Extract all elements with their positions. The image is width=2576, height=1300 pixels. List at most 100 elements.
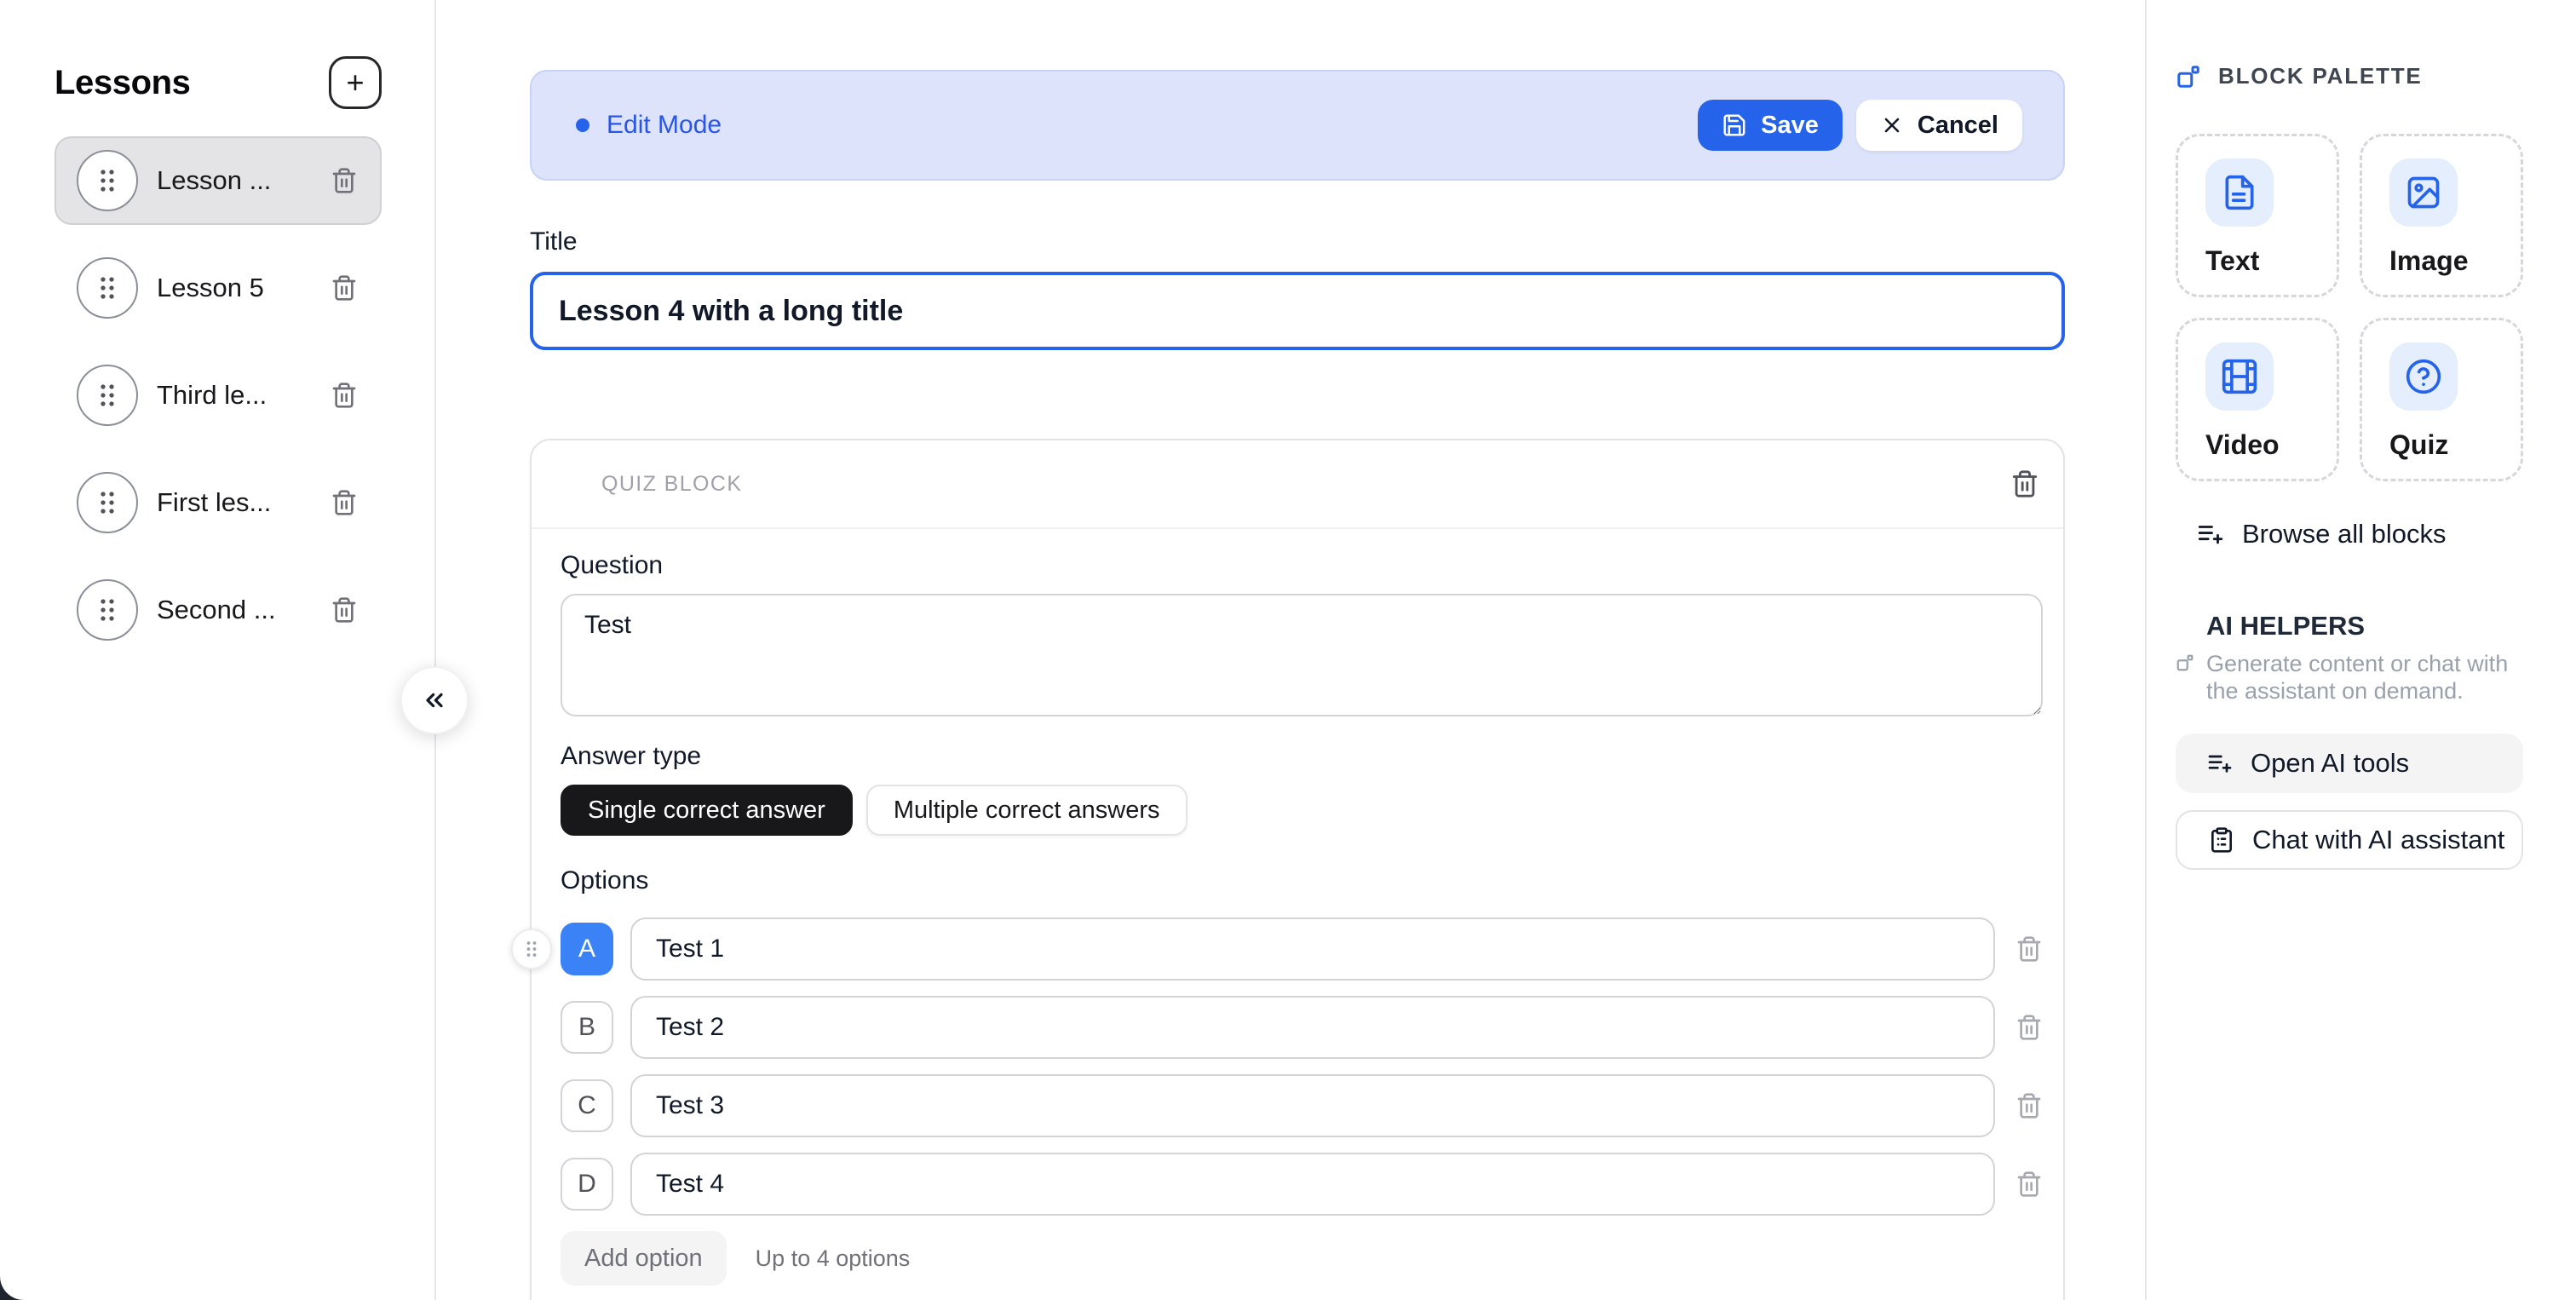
palette-block-video[interactable]: Video <box>2176 318 2339 481</box>
delete-lesson-button[interactable] <box>331 167 358 194</box>
palette-block-quiz[interactable]: Quiz <box>2360 318 2523 481</box>
delete-lesson-button[interactable] <box>331 274 358 302</box>
editor-main: Edit Mode Save Cancel Title <box>436 0 2145 1300</box>
cancel-button[interactable]: Cancel <box>1856 100 2022 151</box>
block-palette-title: BLOCK PALETTE <box>2218 63 2423 89</box>
option-letter-badge[interactable]: B <box>561 1001 613 1054</box>
image-icon <box>2405 174 2442 211</box>
palette-block-text[interactable]: Text <box>2176 134 2339 297</box>
trash-icon <box>2015 1171 2043 1198</box>
title-field-label: Title <box>530 227 578 256</box>
option-letter-badge[interactable]: C <box>561 1079 613 1132</box>
browse-all-blocks-button[interactable]: Browse all blocks <box>2196 519 2446 549</box>
drag-handle[interactable] <box>77 150 138 211</box>
lessons-title: Lessons <box>55 64 191 102</box>
save-icon <box>1722 112 1747 138</box>
palette-tile <box>2389 342 2458 411</box>
option-input[interactable] <box>630 917 1995 981</box>
palette-tile <box>2205 342 2274 411</box>
drag-handle[interactable] <box>77 257 138 319</box>
question-textarea[interactable]: Test <box>561 594 2043 716</box>
delete-option-button[interactable] <box>2015 935 2043 963</box>
lesson-list: Lesson ... Lesson 5 <box>55 136 382 654</box>
plus-icon: + <box>346 67 364 98</box>
delete-block-button[interactable] <box>2010 469 2039 498</box>
edit-mode-banner: Edit Mode Save Cancel <box>530 70 2065 181</box>
trash-icon <box>331 489 358 516</box>
answer-type-label: Answer type <box>561 742 2043 771</box>
chat-ai-assistant-label: Chat with AI assistant <box>2252 825 2504 855</box>
palette-tile <box>2389 158 2458 227</box>
delete-option-button[interactable] <box>2015 1171 2043 1198</box>
cancel-button-label: Cancel <box>1918 112 1998 140</box>
file-text-icon <box>2221 174 2258 211</box>
grip-dots-icon <box>90 486 124 520</box>
option-row: A <box>561 917 2043 981</box>
option-row: B <box>561 996 2043 1059</box>
lesson-item[interactable]: First les... <box>55 458 382 547</box>
lesson-item-label: Third le... <box>157 380 312 411</box>
options-list: A B <box>561 917 2043 1216</box>
drag-handle[interactable] <box>77 365 138 426</box>
palette-block-label: Quiz <box>2389 429 2521 461</box>
option-input[interactable] <box>630 996 1995 1059</box>
option-row: C <box>561 1074 2043 1137</box>
edit-mode-dot-icon <box>576 118 589 132</box>
trash-icon <box>2015 1092 2043 1119</box>
lesson-item[interactable]: Third le... <box>55 351 382 440</box>
drag-handle[interactable] <box>77 472 138 533</box>
palette-tile <box>2205 158 2274 227</box>
palette-block-label: Image <box>2389 245 2521 277</box>
option-letter-badge[interactable]: D <box>561 1158 613 1211</box>
chat-ai-assistant-button[interactable]: Chat with AI assistant <box>2176 810 2523 870</box>
lesson-item-label: Lesson ... <box>157 165 312 196</box>
chevrons-left-icon <box>421 687 448 714</box>
trash-icon <box>331 382 358 409</box>
lesson-item[interactable]: Lesson ... <box>55 136 382 225</box>
open-ai-tools-button[interactable]: Open AI tools <box>2176 733 2523 793</box>
palette-block-image[interactable]: Image <box>2360 134 2523 297</box>
drag-handle[interactable] <box>77 579 138 641</box>
ai-helpers-section: AI HELPERS Generate content or chat with… <box>2176 611 2521 870</box>
answer-type-single-button[interactable]: Single correct answer <box>561 785 853 836</box>
grip-dots-icon <box>90 164 124 198</box>
delete-option-button[interactable] <box>2015 1014 2043 1041</box>
trash-icon <box>331 596 358 624</box>
option-letter-badge[interactable]: A <box>561 923 613 975</box>
save-button[interactable]: Save <box>1698 100 1843 151</box>
lesson-item-label: Second ... <box>157 595 312 625</box>
blocks-icon <box>2176 653 2194 672</box>
option-drag-handle[interactable] <box>511 929 552 969</box>
add-lesson-button[interactable]: + <box>329 56 382 109</box>
option-input[interactable] <box>630 1074 1995 1137</box>
lesson-title-input[interactable] <box>530 272 2065 350</box>
answer-type-multiple-button[interactable]: Multiple correct answers <box>866 785 1187 836</box>
film-icon <box>2221 358 2258 395</box>
palette-block-label: Video <box>2205 429 2337 461</box>
clipboard-list-icon <box>2208 826 2235 854</box>
grip-dots-icon <box>90 593 124 627</box>
lesson-item[interactable]: Second ... <box>55 566 382 654</box>
trash-icon <box>2010 469 2039 498</box>
lessons-sidebar: Lessons + Lesson ... <box>0 0 436 1300</box>
delete-lesson-button[interactable] <box>331 596 358 624</box>
block-palette-sidebar: BLOCK PALETTE Text <box>2145 0 2576 1300</box>
app-window: Lessons + Lesson ... <box>0 0 2576 1300</box>
answer-type-toggle: Single correct answer Multiple correct a… <box>561 785 2043 836</box>
palette-block-label: Text <box>2205 245 2337 277</box>
delete-lesson-button[interactable] <box>331 382 358 409</box>
add-option-button[interactable]: Add option <box>561 1231 727 1286</box>
delete-option-button[interactable] <box>2015 1092 2043 1119</box>
save-button-label: Save <box>1761 112 1819 140</box>
lesson-item[interactable]: Lesson 5 <box>55 244 382 332</box>
option-row: D <box>561 1153 2043 1216</box>
grip-dots-icon <box>90 378 124 412</box>
palette-grid: Text Image Video <box>2176 134 2521 481</box>
delete-lesson-button[interactable] <box>331 489 358 516</box>
trash-icon <box>331 167 358 194</box>
collapse-sidebar-button[interactable] <box>400 666 469 734</box>
question-label: Question <box>561 551 2043 580</box>
edit-mode-label: Edit Mode <box>607 111 722 140</box>
close-icon <box>1880 113 1904 137</box>
option-input[interactable] <box>630 1153 1995 1216</box>
